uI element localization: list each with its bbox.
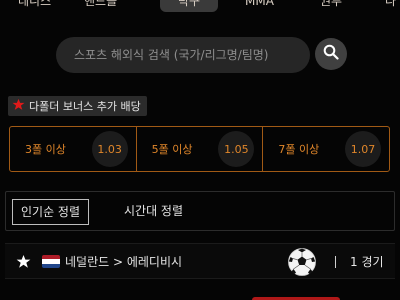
favorite-star-icon[interactable] [16,254,31,273]
bonus-panel: 3폴 이상 1.03 5폴 이상 1.05 7폴 이상 1.07 [9,126,390,172]
bonus-option-odds: 1.05 [218,131,255,167]
search-box [56,37,310,73]
bonus-option-label: 5폴 이상 [151,143,193,156]
star-icon [12,98,25,114]
league-row[interactable]: 네덜란드 > 에레디비시 1 경기 [5,243,395,279]
league-name: 네덜란드 > 에레디비시 [65,255,183,269]
bonus-title-text: 다폴더 보너스 추가 배당 [29,100,141,113]
bonus-option-odds: 1.07 [345,131,382,167]
match-count: 1 경기 [350,244,384,280]
soccer-ball-icon [287,247,317,281]
match-count-label: 경기 [361,255,384,269]
match-count-number: 1 [350,255,358,269]
tab-table-tennis[interactable]: 탁구 [160,0,219,12]
bonus-title: 다폴더 보너스 추가 배당 [8,96,147,116]
sports-betting-page: 테니스 핸드볼 탁구 MMA 권투 다 다폴더 보너스 추가 배당 3폴 이상 … [0,0,400,300]
bonus-option-7-fold[interactable]: 7폴 이상 1.07 [263,127,389,171]
bonus-option-label: 7폴 이상 [278,143,320,156]
divider [335,256,336,268]
tab-handball[interactable]: 핸드볼 [84,0,117,12]
search-icon [323,44,339,64]
sports-tab-bar: 테니스 핸드볼 탁구 MMA 권투 다 [0,0,400,12]
netherlands-flag-icon [42,255,60,268]
tab-more[interactable]: 다 [385,0,396,12]
tab-mma[interactable]: MMA [245,0,274,12]
bonus-option-odds: 1.03 [91,131,128,167]
bonus-option-5-fold[interactable]: 5폴 이상 1.05 [137,127,264,171]
search-input[interactable] [56,37,310,73]
sort-popular-button[interactable]: 인기순 정렬 [12,199,90,225]
tab-tennis[interactable]: 테니스 [18,0,51,12]
tab-boxing[interactable]: 권투 [320,0,342,12]
bonus-option-3-fold[interactable]: 3폴 이상 1.03 [10,127,137,171]
sort-time-button[interactable]: 시간대 정렬 [124,199,183,225]
bonus-option-label: 3폴 이상 [25,143,66,156]
search-button[interactable] [315,38,347,70]
sort-bar: 인기순 정렬 시간대 정렬 [5,191,395,231]
